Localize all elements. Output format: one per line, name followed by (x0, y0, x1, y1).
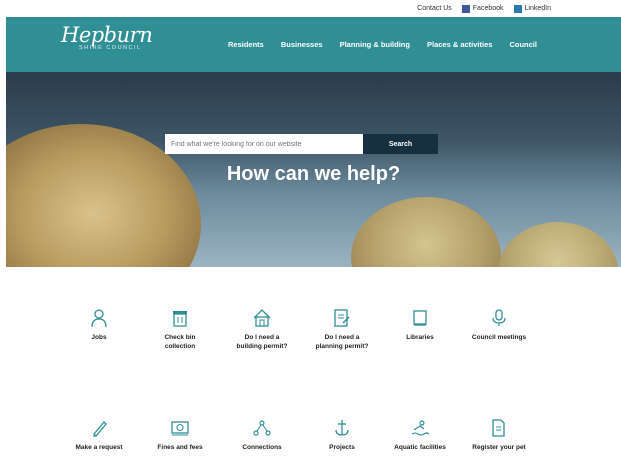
nav-businesses[interactable]: Businesses (281, 40, 323, 49)
tile-label: Libraries (406, 334, 434, 341)
tile-council-meetings[interactable]: Council meetings (469, 308, 529, 342)
council-logo[interactable]: Hepburn SHIRE COUNCIL (61, 23, 153, 51)
tile-label: Do I need a building permit? (236, 334, 288, 350)
person-icon (91, 309, 107, 328)
pencil-icon (93, 421, 107, 437)
contact-us-link[interactable]: Contact Us (417, 5, 452, 12)
document-edit-icon (334, 309, 350, 327)
linkedin-icon (513, 4, 522, 13)
logo-name: Hepburn (61, 23, 153, 47)
hero-title: How can we help? (226, 163, 401, 185)
nav-planning-building[interactable]: Planning & building (340, 40, 410, 49)
linkedin-label: LinkedIn (524, 5, 551, 12)
linkedin-link[interactable]: LinkedIn (513, 4, 551, 13)
search-input[interactable] (165, 134, 363, 154)
facebook-label: Facebook (472, 5, 504, 12)
anchor-icon (335, 420, 349, 436)
tile-label: Do I need a planning permit? (315, 334, 369, 350)
search-bar: Search (165, 134, 438, 154)
tile-register-your-pet[interactable]: Register your pet (469, 418, 529, 452)
tile-jobs[interactable]: Jobs (69, 308, 129, 342)
book-icon (413, 310, 427, 326)
tile-planning-permit[interactable]: Do I need a planning permit? (312, 308, 372, 351)
house-icon (253, 309, 271, 327)
tile-fines-and-fees[interactable]: Fines and fees (150, 418, 210, 452)
hay-bale-image (351, 197, 501, 267)
tile-make-a-request[interactable]: Make a request (69, 418, 129, 452)
hay-bale-image (498, 222, 618, 267)
swimmer-icon (411, 420, 430, 436)
main-navigation: Hepburn SHIRE COUNCIL Residents Business… (6, 17, 621, 72)
tile-label: Check bin collection (164, 334, 196, 350)
tile-label: Council meetings (471, 334, 527, 341)
tile-label: Jobs (91, 334, 107, 341)
facebook-link[interactable]: Facebook (461, 4, 504, 13)
tile-label: Projects (329, 444, 355, 451)
tile-label: Register your pet (472, 444, 526, 451)
hero-banner: Search How can we help? (6, 72, 621, 267)
tile-projects[interactable]: Projects (312, 418, 372, 452)
nav-council[interactable]: Council (509, 40, 537, 49)
bin-icon (173, 311, 187, 327)
money-icon (171, 421, 189, 436)
form-icon (492, 419, 505, 437)
nav-places-activities[interactable]: Places & activities (427, 40, 492, 49)
nav-residents[interactable]: Residents (228, 40, 264, 49)
network-icon (253, 420, 271, 436)
logo-subtitle: SHIRE COUNCIL (79, 45, 142, 51)
tile-label: Fines and fees (157, 444, 203, 451)
tile-connections[interactable]: Connections (232, 418, 292, 452)
tile-building-permit[interactable]: Do I need a building permit? (232, 308, 292, 351)
tile-label: Connections (242, 444, 282, 451)
tile-aquatic-facilities[interactable]: Aquatic facilities (390, 418, 450, 452)
utility-bar: Contact Us Facebook LinkedIn (6, 0, 621, 17)
microphone-icon (492, 309, 506, 326)
tile-label: Make a request (75, 444, 123, 451)
tile-label: Aquatic facilities (394, 444, 446, 451)
tile-check-bin-collection[interactable]: Check bin collection (150, 308, 210, 351)
search-button[interactable]: Search (363, 134, 438, 154)
tile-libraries[interactable]: Libraries (390, 308, 450, 342)
facebook-icon (461, 4, 470, 13)
